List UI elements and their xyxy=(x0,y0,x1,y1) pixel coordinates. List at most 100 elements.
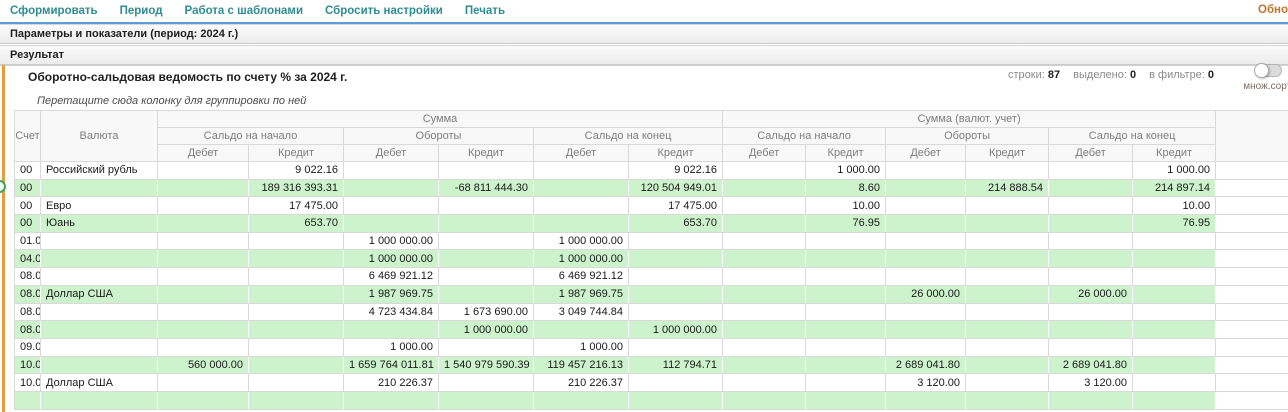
cell-value[interactable]: 2 689 041.80 xyxy=(886,356,966,374)
grouping-drop-zone[interactable]: Перетащите сюда колонку для группировки … xyxy=(37,95,306,107)
cell-value[interactable] xyxy=(534,321,629,339)
table-row[interactable]: 08.051 000 000.001 000 000.00 xyxy=(15,321,1288,339)
cell-value[interactable]: 189 316 393.31 xyxy=(249,179,344,197)
cell-value[interactable] xyxy=(158,215,249,233)
cell-value[interactable] xyxy=(1049,162,1133,180)
cell-value[interactable] xyxy=(806,285,886,303)
cell-currency[interactable] xyxy=(41,268,158,286)
cell-currency[interactable]: Юань xyxy=(41,215,158,233)
cell-value[interactable] xyxy=(158,250,249,268)
multisort-toggle[interactable] xyxy=(1255,64,1282,77)
table-row[interactable]: 10.01Доллар США210 226.37210 226.373 120… xyxy=(15,374,1288,392)
cell-value[interactable] xyxy=(439,250,534,268)
cell-value[interactable]: 6 469 921.12 xyxy=(534,268,629,286)
table-row[interactable] xyxy=(15,391,1288,409)
cell-value[interactable] xyxy=(1133,268,1216,286)
cell-value[interactable]: 653.70 xyxy=(249,215,344,233)
cell-value[interactable] xyxy=(629,374,723,392)
cell-value[interactable] xyxy=(966,268,1049,286)
cell-value[interactable] xyxy=(1133,356,1216,374)
cell-value[interactable]: 1 000 000.00 xyxy=(439,321,534,339)
col-header-credit[interactable]: Кредит xyxy=(966,145,1049,162)
cell-value[interactable] xyxy=(158,162,249,180)
table-row[interactable]: 08.04Доллар США1 987 969.751 987 969.752… xyxy=(15,285,1288,303)
cell-value[interactable] xyxy=(158,197,249,215)
cell-account[interactable]: 10.01 xyxy=(15,374,41,392)
cell-account[interactable]: 10.01 xyxy=(15,356,41,374)
cell-currency[interactable] xyxy=(41,321,158,339)
cell-value[interactable] xyxy=(966,285,1049,303)
col-header-debit[interactable]: Дебет xyxy=(158,145,249,162)
cell-value[interactable] xyxy=(629,232,723,250)
cell-value[interactable] xyxy=(534,215,629,233)
cell-value[interactable]: 1 540 979 590.39 xyxy=(439,356,534,374)
cell-value[interactable] xyxy=(439,268,534,286)
table-row[interactable]: 00Российский рубль9 022.169 022.161 000.… xyxy=(15,162,1288,180)
cell-value[interactable] xyxy=(158,338,249,356)
cell-value[interactable] xyxy=(966,215,1049,233)
table-row[interactable]: 00189 316 393.31-68 811 444.30120 504 94… xyxy=(15,179,1288,197)
cell-value[interactable] xyxy=(1133,285,1216,303)
cell-value[interactable] xyxy=(806,232,886,250)
cell-value[interactable]: 1 000 000.00 xyxy=(344,250,439,268)
cell-value[interactable] xyxy=(249,374,344,392)
cell-value[interactable] xyxy=(723,232,806,250)
cell-value[interactable] xyxy=(966,197,1049,215)
cell-account[interactable]: 01.03 xyxy=(15,232,41,250)
cell-value[interactable] xyxy=(249,250,344,268)
cell-value[interactable] xyxy=(1049,391,1133,409)
cell-value[interactable] xyxy=(439,338,534,356)
cell-value[interactable]: 1 000.00 xyxy=(344,338,439,356)
cell-value[interactable] xyxy=(806,356,886,374)
cell-value[interactable] xyxy=(806,321,886,339)
cell-value[interactable] xyxy=(158,232,249,250)
cell-value[interactable]: 1 659 764 011.81 xyxy=(344,356,439,374)
table-row[interactable]: 10.01 560 000.00 1 659 764 011.811 540 979… xyxy=(15,356,1288,374)
cell-account[interactable]: 08.04 xyxy=(15,285,41,303)
cell-value[interactable] xyxy=(806,391,886,409)
cell-currency[interactable]: Доллар США xyxy=(41,285,158,303)
cell-value[interactable]: 26 000.00 xyxy=(1049,285,1133,303)
cell-value[interactable] xyxy=(1133,374,1216,392)
cell-value[interactable] xyxy=(344,162,439,180)
cell-value[interactable]: 560 000.00 xyxy=(158,356,249,374)
cell-currency[interactable] xyxy=(41,232,158,250)
cell-value[interactable] xyxy=(806,303,886,321)
cell-value[interactable] xyxy=(249,303,344,321)
table-row[interactable]: 00Евро17 475.0017 475.0010.0010.00 xyxy=(15,197,1288,215)
cell-currency[interactable] xyxy=(41,338,158,356)
cell-value[interactable] xyxy=(1049,303,1133,321)
cell-value[interactable]: 1 000.00 xyxy=(1133,162,1216,180)
cell-value[interactable] xyxy=(1049,321,1133,339)
cell-value[interactable] xyxy=(534,391,629,409)
cell-value[interactable]: 1 000 000.00 xyxy=(344,232,439,250)
cell-value[interactable] xyxy=(439,162,534,180)
cell-value[interactable] xyxy=(806,250,886,268)
cell-value[interactable]: 214 888.54 xyxy=(966,179,1049,197)
cell-value[interactable] xyxy=(723,391,806,409)
cell-value[interactable] xyxy=(1133,232,1216,250)
table-row[interactable]: 08.044 723 434.841 673 690.003 049 744.8… xyxy=(15,303,1288,321)
cell-value[interactable] xyxy=(886,215,966,233)
cell-value[interactable]: 653.70 xyxy=(629,215,723,233)
cell-value[interactable] xyxy=(249,268,344,286)
cell-value[interactable] xyxy=(723,268,806,286)
cell-currency[interactable]: Евро xyxy=(41,197,158,215)
cell-value[interactable]: 10.00 xyxy=(806,197,886,215)
col-header-debit[interactable]: Дебет xyxy=(1049,145,1133,162)
cell-value[interactable] xyxy=(158,285,249,303)
cell-value[interactable] xyxy=(344,179,439,197)
col-header-debit[interactable]: Дебет xyxy=(886,145,966,162)
cell-value[interactable] xyxy=(886,338,966,356)
cell-value[interactable] xyxy=(629,250,723,268)
cell-account[interactable]: 08.05 xyxy=(15,321,41,339)
cell-value[interactable]: 3 120.00 xyxy=(1049,374,1133,392)
cell-value[interactable] xyxy=(439,391,534,409)
cell-value[interactable]: 10.00 xyxy=(1133,197,1216,215)
cell-value[interactable] xyxy=(723,197,806,215)
col-header-currency[interactable]: Валюта xyxy=(41,111,158,162)
cell-value[interactable] xyxy=(249,285,344,303)
cell-value[interactable] xyxy=(1049,232,1133,250)
col-header-credit[interactable]: Кредит xyxy=(806,145,886,162)
table-row[interactable]: 01.031 000 000.001 000 000.00 xyxy=(15,232,1288,250)
